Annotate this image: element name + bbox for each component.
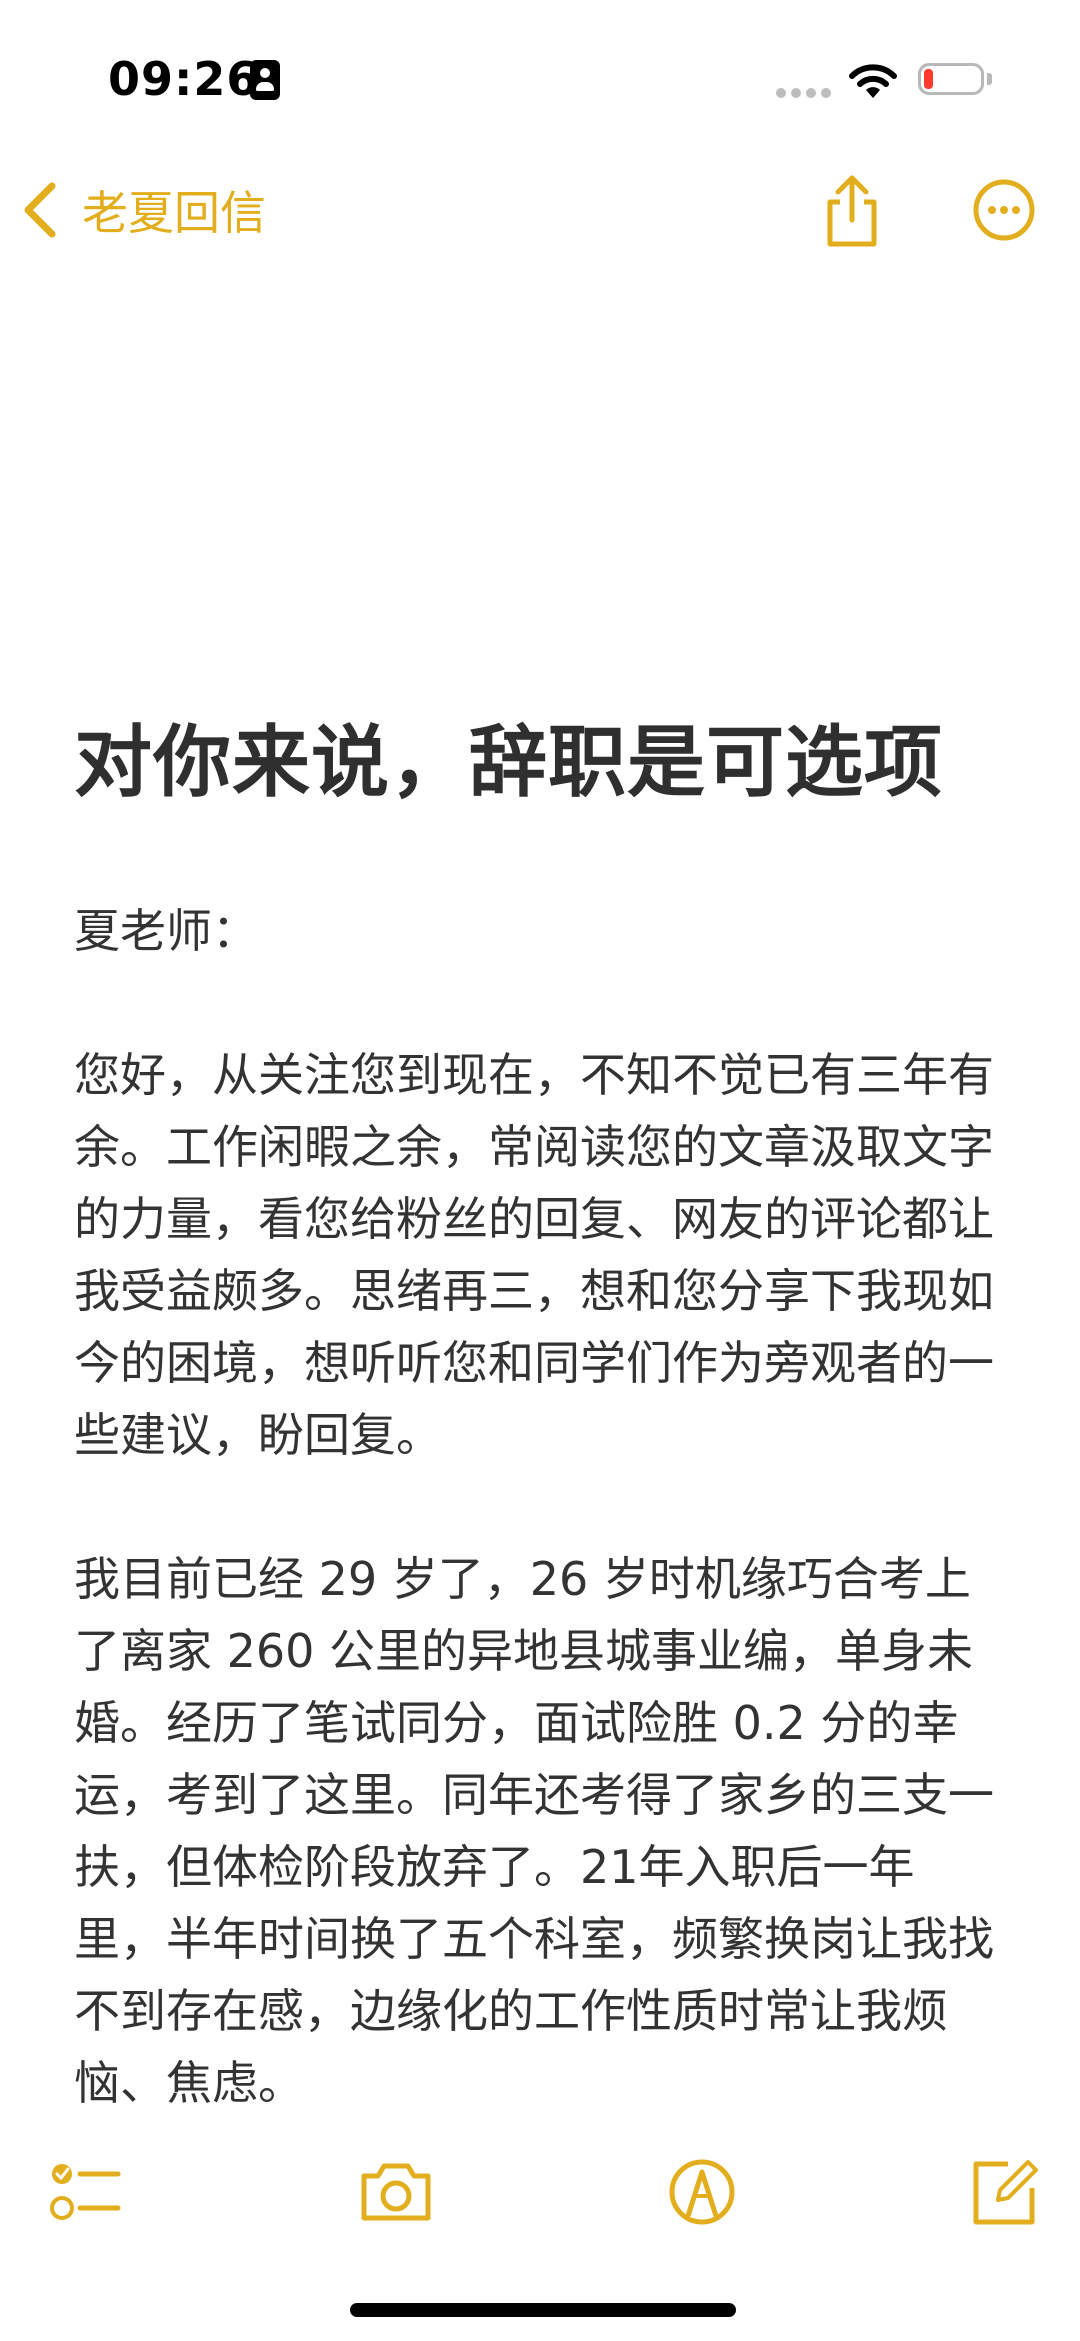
status-time: 09:26 — [108, 52, 260, 106]
cellular-signal-icon — [776, 88, 832, 98]
battery-icon — [918, 63, 984, 95]
home-indicator[interactable] — [350, 2303, 736, 2317]
salutation: 夏老师： — [74, 904, 258, 958]
title-area: 对你来说，辞职是可选项 — [74, 700, 1014, 812]
body-paragraph-2: 我目前已经 29 岁了，26 岁时机缘巧合考上了离家 260 公里的异地县城事业… — [74, 1552, 994, 2110]
back-button[interactable]: 老夏回信 — [20, 170, 266, 250]
back-label: 老夏回信 — [82, 186, 266, 240]
more-icon[interactable] — [962, 168, 1046, 252]
camera-icon[interactable] — [356, 2152, 436, 2232]
battery-level — [924, 69, 933, 89]
checklist-icon[interactable] — [44, 2152, 124, 2232]
nav-bar: 老夏回信 — [0, 150, 1080, 270]
markup-pen-icon[interactable] — [662, 2152, 742, 2232]
article-title: 对你来说，辞职是可选项 — [74, 718, 944, 808]
chevron-left-icon — [24, 182, 56, 238]
note-body[interactable]: 夏老师： 您好，从关注您到现在，不知不觉已有三年有余。工作闲暇之余，常阅读您的文… — [74, 895, 1004, 2191]
compose-icon[interactable] — [964, 2152, 1044, 2232]
battery-cap — [987, 73, 992, 85]
body-paragraph-1: 您好，从关注您到现在，不知不觉已有三年有余。工作闲暇之余，常阅读您的文章汲取文字… — [74, 1048, 994, 1462]
share-icon[interactable] — [810, 168, 894, 252]
wifi-icon — [849, 64, 897, 98]
bottom-toolbar — [0, 2120, 1080, 2280]
contact-card-icon — [250, 60, 280, 100]
status-bar: 09:26 — [0, 0, 1080, 150]
